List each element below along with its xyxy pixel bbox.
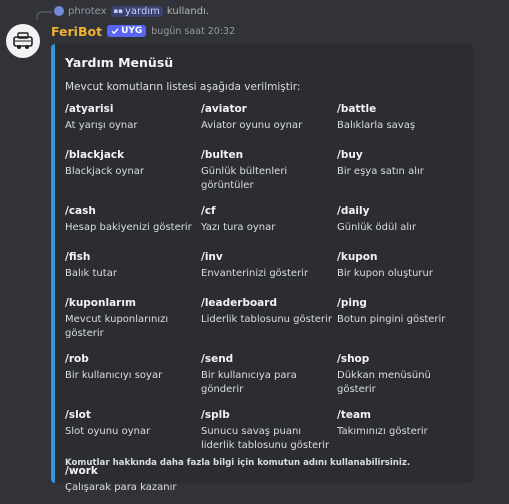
embed-field: /slot Slot oyunu oynar: [65, 408, 199, 464]
command-description: Balıklarla savaş: [337, 120, 416, 131]
command-name: /daily: [337, 205, 370, 217]
command-name: /cf: [201, 205, 216, 217]
command-description: Balık tutar: [65, 268, 117, 279]
command-name: /buy: [337, 149, 363, 161]
embed-field: /leaderboard Liderlik tablosunu gösterir: [201, 296, 335, 352]
reply-username[interactable]: phrotex: [68, 6, 107, 17]
command-description: Yazı tura oynar: [201, 222, 276, 233]
reply-suffix: kullandı.: [166, 5, 210, 17]
embed-field: /work Çalışarak para kazanır: [65, 464, 199, 504]
bot-avatar[interactable]: [6, 24, 40, 58]
app-tag-label: UYG: [121, 26, 143, 36]
embed-field: /buy Bir eşya satın alır: [337, 148, 471, 204]
embed-field: /battle Balıklarla savaş: [337, 102, 471, 148]
command-name: /fish: [65, 251, 91, 263]
embed-field: /inv Envanterinizi gösterir: [201, 250, 335, 296]
command-name: /leaderboard: [201, 297, 277, 309]
author-name[interactable]: FeriBot: [51, 24, 102, 39]
command-description: Envanterinizi gösterir: [201, 268, 309, 279]
command-name: /slot: [65, 409, 91, 421]
command-description: Dükkan menüsünü gösterir: [337, 370, 431, 395]
command-name: /kuponlarım: [65, 297, 136, 309]
embed-field: /ping Botun pingini gösterir: [337, 296, 471, 352]
app-tag-badge: UYG: [107, 25, 147, 37]
embed-field: /team Takımınızı gösterir: [337, 408, 471, 464]
command-name: /splb: [201, 409, 230, 421]
embed-field: /bulten Günlük bültenleri görüntüler: [201, 148, 335, 204]
command-name: /bulten: [201, 149, 244, 161]
command-name: /ping: [337, 297, 367, 309]
command-description: Hesap bakiyenizi gösterir: [65, 222, 192, 233]
embed-field: /cash Hesap bakiyenizi gösterir: [65, 204, 199, 250]
command-name: /blackjack: [65, 149, 125, 161]
embed-field: /splb Sunucu savaş puanı liderlik tablos…: [201, 408, 335, 464]
command-name: /aviator: [201, 103, 247, 115]
embed-field: /rob Bir kullanıcıyı soyar: [65, 352, 199, 408]
embed-field: /atyarisi At yarışı oynar: [65, 102, 199, 148]
command-name: /send: [201, 353, 234, 365]
command-description: Bir eşya satın alır: [337, 166, 424, 177]
bot-avatar-icon: [13, 32, 33, 49]
verified-check-icon: [111, 28, 119, 35]
command-name: /kupon: [337, 251, 378, 263]
slash-command-chip[interactable]: ▪▪ yardım: [110, 5, 163, 17]
reply-user-avatar-icon[interactable]: [54, 6, 64, 16]
command-name: /atyarisi: [65, 103, 114, 115]
command-description: Botun pingini gösterir: [337, 314, 446, 325]
command-description: Mevcut kuponlarınızı gösterir: [65, 314, 169, 339]
command-name: /battle: [337, 103, 377, 115]
embed-field: /blackjack Blackjack oynar: [65, 148, 199, 204]
command-name: /shop: [337, 353, 370, 365]
message-header: FeriBot UYG bugün saat 20:32: [51, 22, 235, 40]
help-embed: Yardım Menüsü Mevcut komutların listesi …: [51, 44, 473, 493]
embed-footer: Komutlar hakkında daha fazla bilgi için …: [65, 458, 411, 468]
message-timestamp[interactable]: bugün saat 20:32: [151, 26, 235, 37]
embed-field: /cf Yazı tura oynar: [201, 204, 335, 250]
embed-field: /aviator Aviator oyunu oynar: [201, 102, 335, 148]
embed-title: Yardım Menüsü: [65, 55, 174, 70]
embed-field: /fish Balık tutar: [65, 250, 199, 296]
reply-spine: [36, 11, 52, 20]
command-name: /cash: [65, 205, 96, 217]
command-description: Aviator oyunu oynar: [201, 120, 303, 131]
command-description: Bir kullanıcıyı soyar: [65, 370, 163, 381]
command-name: /team: [337, 409, 372, 421]
embed-field: /daily Günlük ödül alır: [337, 204, 471, 250]
embed-description: Mevcut komutların listesi aşağıda verilm…: [65, 81, 301, 93]
app-command-icon: ▪▪: [113, 6, 124, 15]
command-name: /inv: [201, 251, 223, 263]
embed-field: /send Bir kullanıcıya para gönderir: [201, 352, 335, 408]
embed-field: /shop Dükkan menüsünü gösterir: [337, 352, 471, 408]
command-description: Sunucu savaş puanı liderlik tablosunu gö…: [201, 426, 330, 451]
command-name: /rob: [65, 353, 89, 365]
command-description: At yarışı oynar: [65, 120, 138, 131]
command-description: Bir kullanıcıya para gönderir: [201, 370, 297, 395]
command-description: Slot oyunu oynar: [65, 426, 151, 437]
command-description: Çalışarak para kazanır: [65, 482, 177, 493]
slash-command-name: yardım: [125, 5, 160, 17]
command-description: Blackjack oynar: [65, 166, 145, 177]
command-description: Günlük ödül alır: [337, 222, 417, 233]
command-description: Liderlik tablosunu gösterir: [201, 314, 332, 325]
command-description: Bir kupon oluşturur: [337, 268, 433, 279]
embed-field: /kuponlarım Mevcut kuponlarınızı gösteri…: [65, 296, 199, 352]
command-reply-line[interactable]: phrotex ▪▪ yardım kullandı.: [54, 3, 209, 19]
embed-fields: /atyarisi At yarışı oynar /aviator Aviat…: [65, 102, 473, 504]
discord-message: phrotex ▪▪ yardım kullandı. FeriBot UYG …: [0, 0, 509, 504]
embed-field: /kupon Bir kupon oluşturur: [337, 250, 471, 296]
command-description: Takımınızı gösterir: [337, 426, 428, 437]
command-description: Günlük bültenleri görüntüler: [201, 166, 288, 191]
